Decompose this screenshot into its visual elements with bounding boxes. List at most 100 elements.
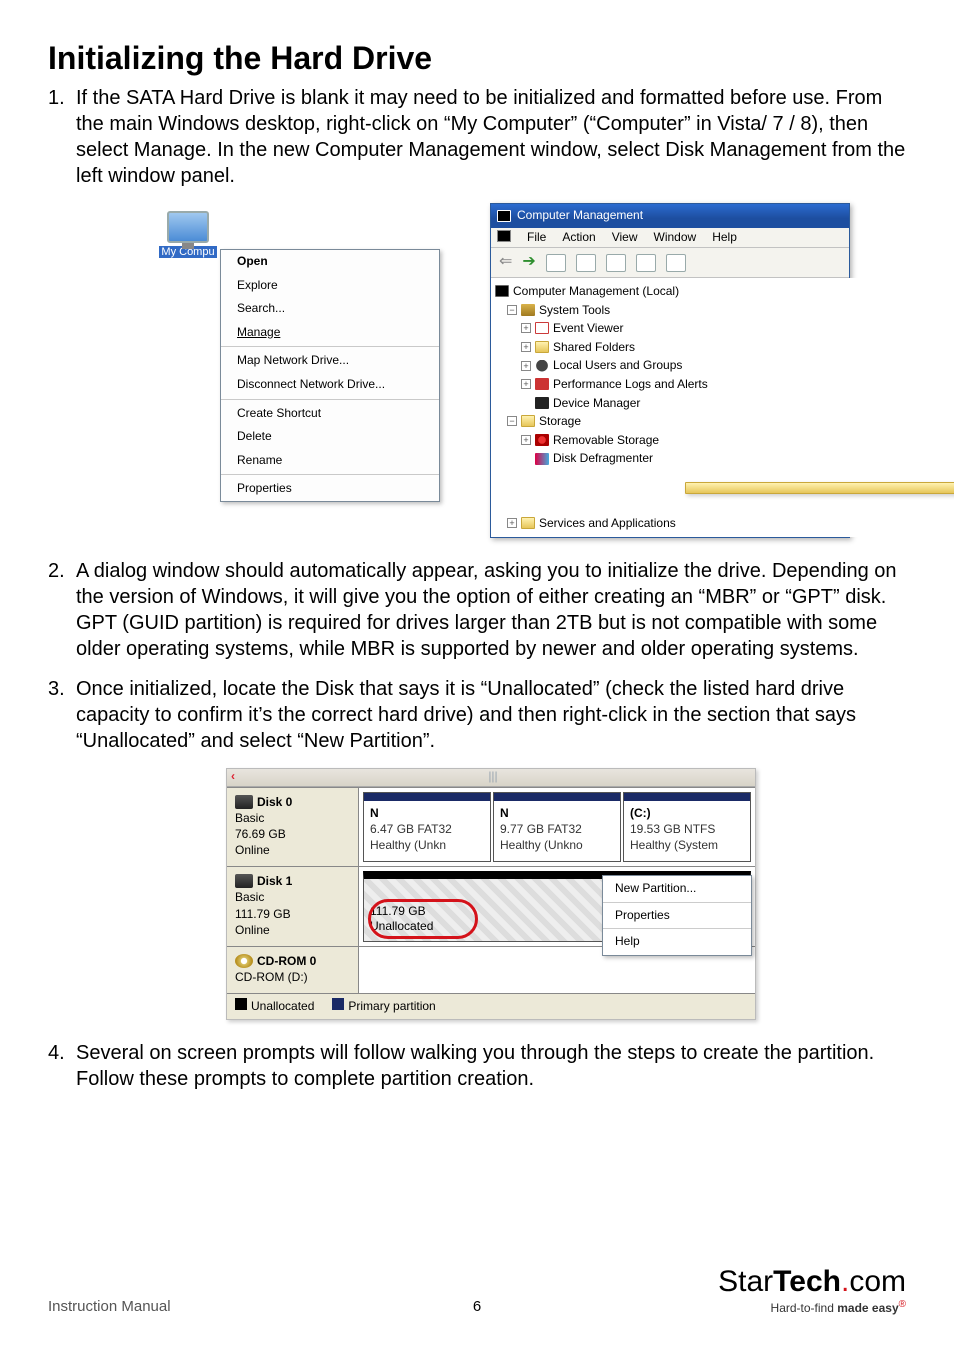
menu-manage[interactable]: Manage xyxy=(221,321,439,345)
expand-icon[interactable]: + xyxy=(521,379,531,389)
tree-rs-label: Removable Storage xyxy=(553,431,659,450)
disk0-name: Disk 0 xyxy=(257,794,292,810)
step-4: Several on screen prompts will follow wa… xyxy=(48,1040,906,1092)
menu-rename[interactable]: Rename xyxy=(221,449,439,473)
p0b-letter: N xyxy=(500,806,509,820)
menu-explore[interactable]: Explore xyxy=(221,274,439,298)
legend-primary: Primary partition xyxy=(348,999,435,1013)
menu-properties[interactable]: Properties xyxy=(221,477,439,501)
p0a-letter: N xyxy=(370,806,379,820)
menu-file[interactable]: File xyxy=(527,230,546,246)
p0a-status: Healthy (Unkn xyxy=(370,838,446,852)
toolbar: ⇐ ➔ xyxy=(491,248,849,278)
legend: Unallocated Primary partition xyxy=(227,993,755,1019)
tree-systools-label: System Tools xyxy=(539,301,610,320)
disk0-header[interactable]: Disk 0 Basic 76.69 GB Online xyxy=(227,788,359,867)
expand-icon[interactable]: + xyxy=(521,323,531,333)
menu-open[interactable]: Open xyxy=(221,250,439,274)
scroll-grip-icon[interactable]: ||| xyxy=(488,769,497,785)
expand-icon[interactable]: + xyxy=(521,435,531,445)
menu-view[interactable]: View xyxy=(612,230,638,246)
monitor-icon xyxy=(167,211,209,243)
expand-icon[interactable]: + xyxy=(521,361,531,371)
brand-logo: StarTech.com xyxy=(718,1265,906,1299)
computer-management-window: Computer Management File Action View Win… xyxy=(490,203,850,538)
tree-storage[interactable]: − Storage xyxy=(495,412,954,431)
brand-part2: Tech xyxy=(773,1265,841,1298)
toolbar-button-3[interactable] xyxy=(606,254,626,272)
menu-action[interactable]: Action xyxy=(562,230,595,246)
menu-help[interactable]: Help xyxy=(712,230,737,246)
tree-services[interactable]: +Services and Applications xyxy=(495,514,954,533)
app-icon xyxy=(497,210,511,222)
tree-event-viewer[interactable]: + Event Viewer xyxy=(495,319,954,338)
footer: Instruction Manual 6 StarTech.com Hard-t… xyxy=(48,1265,906,1315)
menu-search[interactable]: Search... xyxy=(221,297,439,321)
p0c-status: Healthy (System xyxy=(630,838,718,852)
tree-system-tools[interactable]: − System Tools xyxy=(495,301,954,320)
tree-storage-label: Storage xyxy=(539,412,581,431)
step-1-text: If the SATA Hard Drive is blank it may n… xyxy=(76,87,905,187)
mycomputer-icon: My Compu xyxy=(158,211,218,259)
removable-icon xyxy=(535,434,549,446)
toolbar-button-2[interactable] xyxy=(576,254,596,272)
services-icon xyxy=(521,517,535,529)
partition-0a[interactable]: N 6.47 GB FAT32 Healthy (Unkn xyxy=(363,792,491,863)
expand-icon[interactable]: + xyxy=(507,518,517,528)
tree-df-label: Disk Defragmenter xyxy=(553,449,653,468)
scroll-left-icon[interactable]: ‹ xyxy=(231,769,235,785)
cdrom-header[interactable]: CD-ROM 0 CD-ROM (D:) xyxy=(227,947,359,993)
app-icon-small xyxy=(497,230,511,242)
device-icon xyxy=(535,397,549,409)
menu-create-shortcut[interactable]: Create Shortcut xyxy=(221,402,439,426)
toolbar-button-5[interactable] xyxy=(666,254,686,272)
tree-shared-folders[interactable]: +Shared Folders xyxy=(495,338,954,357)
tree-device-manager[interactable]: Device Manager xyxy=(495,394,954,413)
menu-window[interactable]: Window xyxy=(654,230,697,246)
forward-icon[interactable]: ➔ xyxy=(522,252,535,273)
folder-icon xyxy=(535,341,549,353)
back-icon[interactable]: ⇐ xyxy=(499,252,512,273)
unallocated-region[interactable]: 111.79 GB Unallocated New Partition... P… xyxy=(363,871,751,942)
tree-pl-label: Performance Logs and Alerts xyxy=(553,375,708,394)
collapse-icon[interactable]: − xyxy=(507,416,517,426)
disk0-status: Online xyxy=(235,842,350,858)
window-title: Computer Management xyxy=(517,208,643,224)
toolbar-button-1[interactable] xyxy=(546,254,566,272)
tagline-part2: made easy xyxy=(837,1301,898,1315)
menu-delete[interactable]: Delete xyxy=(221,425,439,449)
collapse-icon[interactable]: − xyxy=(507,305,517,315)
event-viewer-icon xyxy=(535,322,549,334)
partition-0c[interactable]: (C:)19.53 GB NTFSHealthy (System xyxy=(623,792,751,863)
menu-disconnect-drive[interactable]: Disconnect Network Drive... xyxy=(221,373,439,397)
legend-swatch-unallocated xyxy=(235,998,247,1010)
toolbar-button-4[interactable] xyxy=(636,254,656,272)
tree-ev-label: Event Viewer xyxy=(553,319,623,338)
step-2: A dialog window should automatically app… xyxy=(48,558,906,662)
menu-properties[interactable]: Properties xyxy=(603,903,751,929)
cdrom-sub: CD-ROM (D:) xyxy=(235,969,350,985)
menu-new-partition[interactable]: New Partition... xyxy=(603,876,751,902)
expand-icon[interactable]: + xyxy=(521,342,531,352)
defrag-icon xyxy=(535,453,549,465)
tree-disk-defrag[interactable]: Disk Defragmenter xyxy=(495,449,954,468)
disk-icon xyxy=(235,874,253,888)
menu-help[interactable]: Help xyxy=(603,929,751,955)
tree-root[interactable]: Computer Management (Local) xyxy=(495,282,954,301)
tree-removable-storage[interactable]: + Removable Storage xyxy=(495,431,954,450)
tree-disk-management[interactable]: Disk Management xyxy=(495,468,954,514)
disk1-header[interactable]: Disk 1 Basic 111.79 GB Online xyxy=(227,867,359,946)
step-2-text: A dialog window should automatically app… xyxy=(76,560,897,660)
footer-label: Instruction Manual xyxy=(48,1298,171,1315)
disk1-size: 111.79 GB xyxy=(235,906,350,922)
menu-map-drive[interactable]: Map Network Drive... xyxy=(221,349,439,373)
disk1-name: Disk 1 xyxy=(257,873,292,889)
tree-perf-logs[interactable]: + Performance Logs and Alerts xyxy=(495,375,954,394)
legend-unallocated: Unallocated xyxy=(251,999,314,1013)
partition-0b[interactable]: N9.77 GB FAT32Healthy (Unkno xyxy=(493,792,621,863)
mycomputer-screenshot: My Compu Open Explore Search... Manage M… xyxy=(160,249,450,538)
tree-local-users[interactable]: +Local Users and Groups xyxy=(495,356,954,375)
scrollbar[interactable]: ‹ ||| xyxy=(227,769,755,787)
step-4-text: Several on screen prompts will follow wa… xyxy=(76,1042,874,1090)
p0a-size: 6.47 GB FAT32 xyxy=(370,822,452,836)
